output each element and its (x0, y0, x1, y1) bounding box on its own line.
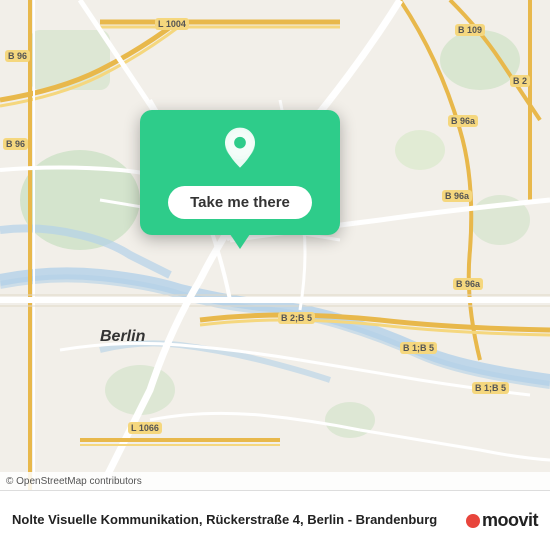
road-label-b96a-right: B 96a (448, 115, 478, 127)
city-label-berlin: Berlin (100, 328, 145, 346)
map-container: L 1004 B 96 B 109 B 96a B 2 B 96a B 96a … (0, 0, 550, 490)
road-label-b109: B 109 (455, 24, 485, 36)
moovit-logo: moovit (466, 510, 538, 531)
location-pin-icon (215, 126, 265, 176)
road-label-l1004: L 1004 (155, 18, 189, 30)
road-label-b2b5: B 2;B 5 (278, 312, 315, 324)
road-label-b96a-mid: B 96a (442, 190, 472, 202)
road-label-b96a-bot: B 96a (453, 278, 483, 290)
road-label-b96-left: B 96 (3, 138, 28, 150)
road-label-b96-top: B 96 (5, 50, 30, 62)
location-name: Nolte Visuelle Kommunikation, Rückerstra… (12, 511, 466, 529)
road-label-l1066: L 1066 (128, 422, 162, 434)
location-info: Nolte Visuelle Kommunikation, Rückerstra… (12, 511, 466, 529)
moovit-brand-text: moovit (482, 510, 538, 531)
map-svg (0, 0, 550, 490)
road-label-b1b5-right: B 1;B 5 (472, 382, 509, 394)
copyright-bar: © OpenStreetMap contributors (0, 472, 550, 490)
road-label-b1b5-mid: B 1;B 5 (400, 342, 437, 354)
copyright-text: © OpenStreetMap contributors (6, 476, 142, 487)
popup-card: Take me there (140, 110, 340, 235)
bottom-bar: Nolte Visuelle Kommunikation, Rückerstra… (0, 490, 550, 550)
road-label-b2: B 2 (510, 75, 530, 87)
moovit-dot-icon (466, 514, 480, 528)
take-me-there-button[interactable]: Take me there (168, 186, 312, 219)
